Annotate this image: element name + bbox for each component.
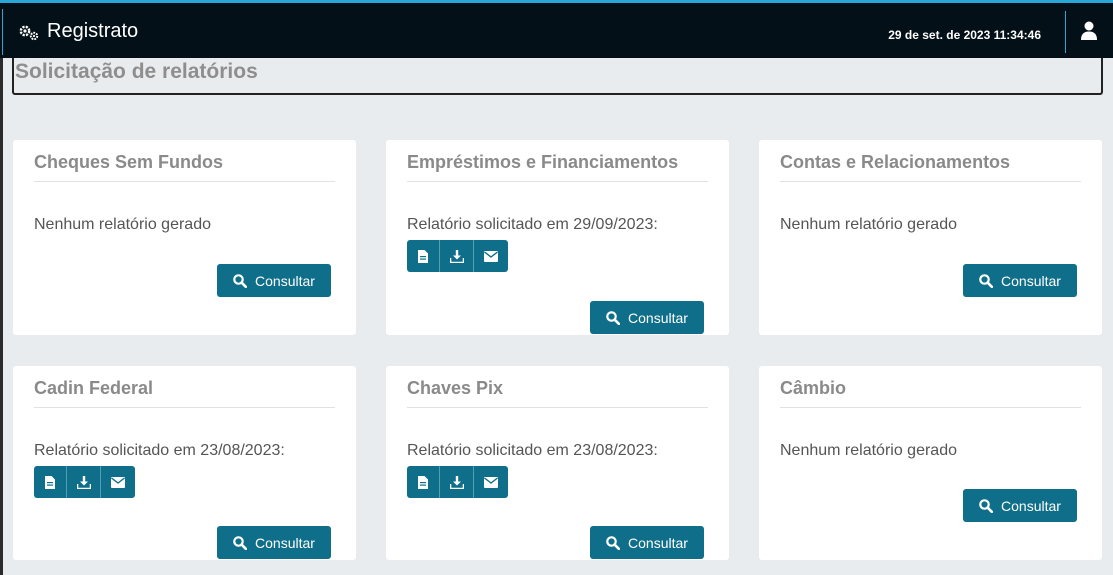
- card-title: Cadin Federal: [34, 378, 154, 398]
- consult-button[interactable]: Consultar: [217, 526, 331, 559]
- card-title: Câmbio: [780, 378, 847, 398]
- card-divider: [407, 181, 708, 182]
- search-icon: [979, 498, 994, 513]
- download-report-button[interactable]: [440, 466, 474, 498]
- search-icon: [606, 535, 621, 550]
- view-report-button[interactable]: [407, 240, 440, 272]
- download-report-button[interactable]: [440, 240, 474, 272]
- card-title: Chaves Pix: [407, 378, 504, 398]
- consult-label: Consultar: [255, 534, 315, 551]
- card-status: Nenhum relatório gerado: [780, 216, 957, 233]
- card-divider: [34, 407, 335, 408]
- download-icon: [449, 249, 464, 263]
- report-card-cambio: Câmbio Nenhum relatório gerado Consultar: [759, 366, 1102, 560]
- envelope-icon: [484, 476, 498, 488]
- card-status: Relatório solicitado em 23/08/2023:: [407, 442, 658, 459]
- download-icon: [449, 475, 464, 489]
- download-icon: [76, 475, 91, 489]
- consult-button[interactable]: Consultar: [963, 264, 1077, 297]
- report-card-cadin: Cadin Federal Relatório solicitado em 23…: [13, 366, 356, 560]
- file-icon: [418, 249, 428, 263]
- datetime-display: 29 de set. de 2023 11:34:46: [888, 28, 1041, 42]
- consult-label: Consultar: [628, 309, 688, 326]
- card-divider: [780, 407, 1081, 408]
- report-actions: [407, 466, 508, 498]
- card-title: Empréstimos e Financiamentos: [407, 152, 679, 172]
- card-title: Cheques Sem Fundos: [34, 152, 224, 172]
- view-report-button[interactable]: [34, 466, 67, 498]
- file-icon: [45, 475, 55, 489]
- envelope-icon: [111, 476, 125, 488]
- search-icon: [606, 310, 621, 325]
- report-card-cheques: Cheques Sem Fundos Nenhum relatório gera…: [13, 140, 356, 335]
- card-status: Relatório solicitado em 23/08/2023:: [34, 442, 285, 459]
- consult-button[interactable]: Consultar: [217, 264, 331, 297]
- consult-button[interactable]: Consultar: [590, 526, 704, 559]
- envelope-icon: [484, 250, 498, 262]
- card-status: Nenhum relatório gerado: [34, 216, 211, 233]
- email-report-button[interactable]: [474, 466, 508, 498]
- page-title-box: Solicitação de relatórios: [12, 58, 1103, 95]
- card-divider: [34, 181, 335, 182]
- card-status: Nenhum relatório gerado: [780, 442, 957, 459]
- card-divider: [407, 407, 708, 408]
- search-icon: [979, 273, 994, 288]
- download-report-button[interactable]: [67, 466, 101, 498]
- left-edge: [0, 58, 3, 575]
- consult-label: Consultar: [1001, 497, 1061, 514]
- consult-label: Consultar: [255, 272, 315, 289]
- card-status: Relatório solicitado em 29/09/2023:: [407, 216, 658, 233]
- navbar-divider: [1065, 11, 1066, 53]
- view-report-button[interactable]: [407, 466, 440, 498]
- consult-label: Consultar: [628, 534, 688, 551]
- report-card-pix: Chaves Pix Relatório solicitado em 23/08…: [386, 366, 729, 560]
- gears-icon: [19, 25, 39, 40]
- top-navbar: Registrato 29 de set. de 2023 11:34:46: [0, 0, 1113, 58]
- report-actions: [34, 466, 135, 498]
- card-divider: [780, 181, 1081, 182]
- email-report-button[interactable]: [101, 466, 135, 498]
- card-title: Contas e Relacionamentos: [780, 152, 1011, 172]
- brand[interactable]: Registrato: [18, 20, 138, 43]
- search-icon: [233, 273, 248, 288]
- consult-button[interactable]: Consultar: [590, 301, 704, 334]
- report-actions: [407, 240, 508, 272]
- consult-button[interactable]: Consultar: [963, 489, 1077, 522]
- page-title: Solicitação de relatórios: [15, 60, 258, 83]
- file-icon: [418, 475, 428, 489]
- search-icon: [233, 535, 248, 550]
- report-card-emprestimos: Empréstimos e Financiamentos Relatório s…: [386, 140, 729, 335]
- user-icon[interactable]: [1080, 21, 1098, 41]
- consult-label: Consultar: [1001, 272, 1061, 289]
- navbar-left-accent: [2, 9, 3, 55]
- app-title: Registrato: [47, 20, 139, 42]
- email-report-button[interactable]: [474, 240, 508, 272]
- report-card-contas: Contas e Relacionamentos Nenhum relatóri…: [759, 140, 1102, 335]
